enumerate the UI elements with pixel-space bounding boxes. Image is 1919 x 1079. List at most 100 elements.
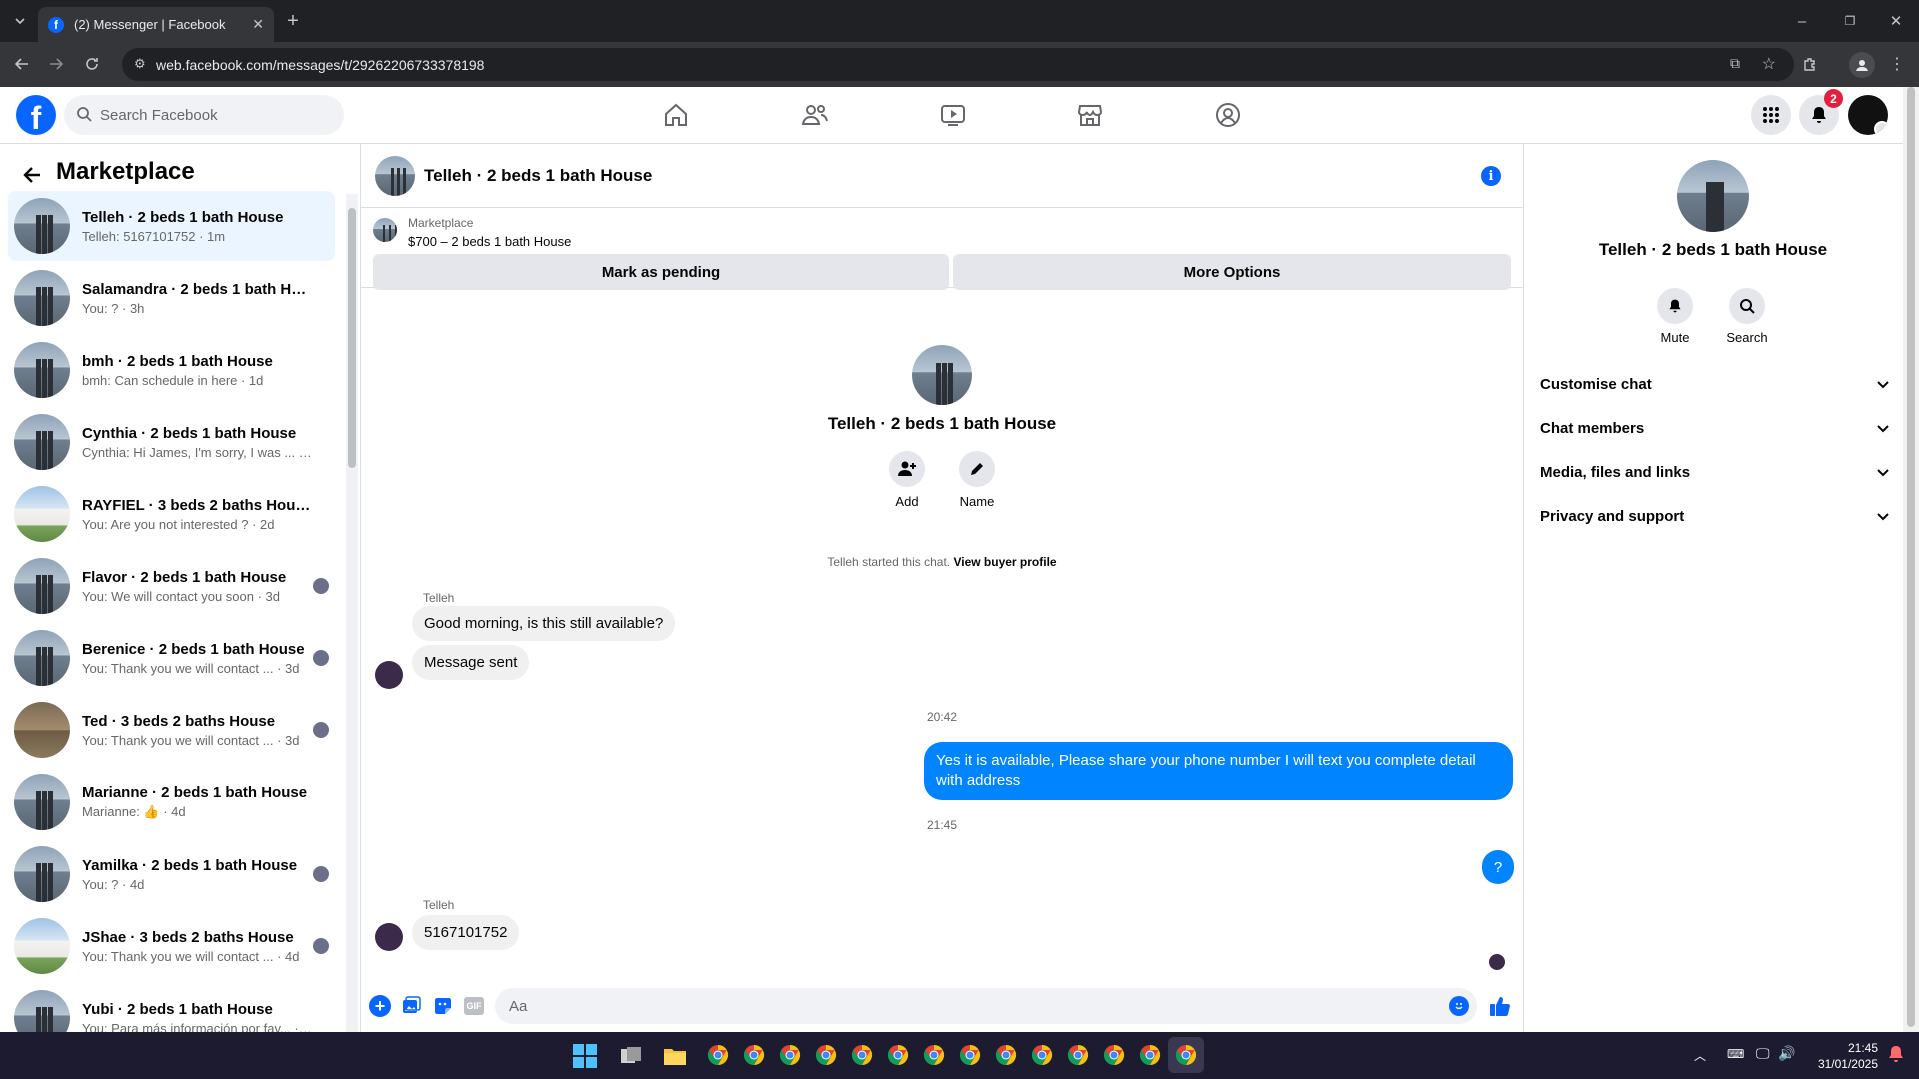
chrome-taskbar-icon[interactable]	[1132, 1037, 1168, 1073]
windows-taskbar: ︿ ⌨ 🖵 🔊 21:45 31/01/2025	[0, 1032, 1919, 1079]
conversation-item[interactable]: bmh · 2 beds 1 bath House bmh: Can schedu…	[8, 335, 335, 405]
emoji-icon[interactable]	[1449, 996, 1469, 1016]
mark-as-pending-button[interactable]: Mark as pending	[373, 254, 949, 290]
sender-avatar[interactable]	[375, 923, 403, 951]
conversation-text: bmh · 2 beds 1 bath House bmh: Can schedu…	[82, 353, 312, 388]
site-info-icon[interactable]: ⚙	[134, 56, 146, 72]
message-bubble[interactable]: 5167101752	[412, 915, 520, 950]
conversation-thumbnail	[14, 990, 70, 1032]
chrome-taskbar-icon[interactable]	[1024, 1037, 1060, 1073]
url-field[interactable]: ⚙ web.facebook.com/messages/t/2926220673…	[122, 48, 1794, 81]
attach-image-icon[interactable]	[401, 996, 421, 1016]
restore-icon[interactable]: ❐	[1838, 9, 1862, 33]
clock[interactable]: 21:45 31/01/2025	[1808, 1040, 1878, 1072]
conversation-item[interactable]: Berenice · 2 beds 1 bath House You: Thank…	[8, 623, 335, 693]
section-privacy-support[interactable]: Privacy and support	[1540, 494, 1890, 538]
conversation-item[interactable]: JShae · 3 beds 2 baths House You: Thank y…	[8, 911, 335, 981]
conversation-item[interactable]: Salamandra · 2 beds 1 bath House You: ? ·…	[8, 263, 335, 333]
profile-icon[interactable]	[1849, 52, 1875, 78]
network-icon[interactable]: 🖵	[1756, 1045, 1770, 1062]
chrome-taskbar-icon[interactable]	[880, 1037, 916, 1073]
forward-icon[interactable]	[44, 52, 68, 76]
page-scroll-thumb[interactable]	[1907, 87, 1915, 1027]
chrome-taskbar-icon[interactable]	[700, 1037, 736, 1073]
edit-name-icon[interactable]	[959, 451, 995, 487]
task-view-icon[interactable]	[618, 1043, 644, 1069]
nav-gaming-icon[interactable]	[1172, 87, 1284, 143]
add-person-icon[interactable]	[889, 451, 925, 487]
tab-list-icon[interactable]	[8, 9, 32, 33]
chat-title[interactable]: Telleh · 2 beds 1 bath House	[424, 166, 652, 186]
info-avatar[interactable]	[1677, 160, 1749, 232]
sidebar-scroll-thumb[interactable]	[348, 208, 356, 468]
sticker-icon[interactable]	[433, 996, 453, 1016]
chrome-taskbar-icon[interactable]	[736, 1037, 772, 1073]
file-explorer-icon[interactable]	[662, 1043, 688, 1069]
install-app-icon[interactable]: ⧉	[1730, 55, 1740, 72]
conversation-item[interactable]: Ted · 3 beds 2 baths House You: Thank you…	[8, 695, 335, 765]
conversation-item[interactable]: Yubi · 2 beds 1 bath House You: Para más …	[8, 983, 335, 1032]
back-arrow-icon[interactable]	[18, 161, 46, 189]
chrome-taskbar-icon[interactable]	[1060, 1037, 1096, 1073]
chrome-taskbar-icon[interactable]	[808, 1037, 844, 1073]
conversation-item[interactable]: Telleh · 2 beds 1 bath House Telleh: 5167…	[8, 191, 335, 261]
browser-tab[interactable]: f (2) Messenger | Facebook ✕	[38, 7, 274, 42]
chrome-menu-icon[interactable]: ⋮	[1885, 52, 1909, 76]
chrome-taskbar-icon[interactable]	[988, 1037, 1024, 1073]
show-hidden-icons[interactable]: ︿	[1694, 1047, 1706, 1064]
nav-marketplace-icon[interactable]	[1034, 87, 1146, 143]
chrome-taskbar-icon[interactable]	[772, 1037, 808, 1073]
conversation-item[interactable]: Flavor · 2 beds 1 bath House You: We will…	[8, 551, 335, 621]
listing-thumbnail[interactable]	[373, 218, 397, 242]
windows-start-icon[interactable]	[572, 1043, 598, 1069]
message-input[interactable]: Aa	[495, 988, 1477, 1024]
listing-price[interactable]: $700 – 2 beds 1 bath House	[408, 234, 571, 249]
my-message-bubble[interactable]: ?	[1482, 850, 1514, 884]
conversation-item[interactable]: Cynthia · 2 beds 1 bath House Cynthia: Hi…	[8, 407, 335, 477]
search-facebook-input[interactable]: Search Facebook	[64, 95, 344, 135]
nav-home-icon[interactable]	[620, 87, 732, 143]
facebook-logo-icon[interactable]: f	[16, 95, 56, 136]
page-scrollbar[interactable]	[1903, 87, 1919, 1032]
keyboard-icon[interactable]: ⌨	[1727, 1047, 1744, 1061]
section-customise-chat[interactable]: Customise chat	[1540, 362, 1890, 406]
section-media-files-links[interactable]: Media, files and links	[1540, 450, 1890, 494]
close-window-icon[interactable]: ✕	[1884, 9, 1908, 33]
menu-grid-icon[interactable]	[1751, 95, 1791, 135]
chat-avatar[interactable]	[375, 156, 415, 196]
sender-avatar[interactable]	[375, 661, 403, 689]
view-buyer-profile-link[interactable]: View buyer profile	[953, 555, 1056, 569]
reload-icon[interactable]	[80, 52, 104, 76]
new-tab-icon[interactable]: +	[281, 9, 305, 33]
more-options-button[interactable]: More Options	[953, 254, 1511, 290]
chrome-taskbar-icon[interactable]	[916, 1037, 952, 1073]
account-avatar[interactable]	[1848, 95, 1888, 135]
like-thumb-icon[interactable]	[1489, 995, 1511, 1017]
close-tab-icon[interactable]: ✕	[252, 16, 264, 33]
message-bubble[interactable]: Good morning, is this still available?	[412, 606, 676, 641]
mute-bell-icon[interactable]	[1657, 288, 1693, 324]
plus-icon[interactable]: +	[369, 995, 391, 1017]
search-in-chat-icon[interactable]	[1729, 288, 1765, 324]
sidebar-scrollbar[interactable]	[346, 194, 358, 1032]
conversation-item[interactable]: Marianne · 2 beds 1 bath House Marianne: …	[8, 767, 335, 837]
nav-video-icon[interactable]	[897, 87, 1009, 143]
chrome-taskbar-icon[interactable]	[1168, 1037, 1204, 1073]
chrome-taskbar-icon[interactable]	[1096, 1037, 1132, 1073]
conversation-item[interactable]: RAYFIEL · 3 beds 2 baths House You: Are y…	[8, 479, 335, 549]
notification-center-icon[interactable]	[1888, 1045, 1904, 1063]
conversation-item[interactable]: Yamilka · 2 beds 1 bath House You: ? · 4d	[8, 839, 335, 909]
back-icon[interactable]	[10, 52, 34, 76]
nav-friends-icon[interactable]	[759, 87, 871, 143]
chrome-taskbar-icon[interactable]	[844, 1037, 880, 1073]
section-chat-members[interactable]: Chat members	[1540, 406, 1890, 450]
my-message-bubble[interactable]: Yes it is available, Please share your p…	[924, 742, 1513, 800]
volume-icon[interactable]: 🔊	[1778, 1045, 1795, 1062]
message-bubble[interactable]: Message sent	[412, 645, 530, 680]
info-icon[interactable]: i	[1481, 166, 1501, 186]
extensions-icon[interactable]	[1798, 52, 1822, 76]
bookmark-star-icon[interactable]: ☆	[1762, 54, 1776, 74]
gif-icon[interactable]: GIF	[464, 997, 484, 1015]
chrome-taskbar-icon[interactable]	[952, 1037, 988, 1073]
minimize-icon[interactable]: –	[1790, 9, 1814, 33]
